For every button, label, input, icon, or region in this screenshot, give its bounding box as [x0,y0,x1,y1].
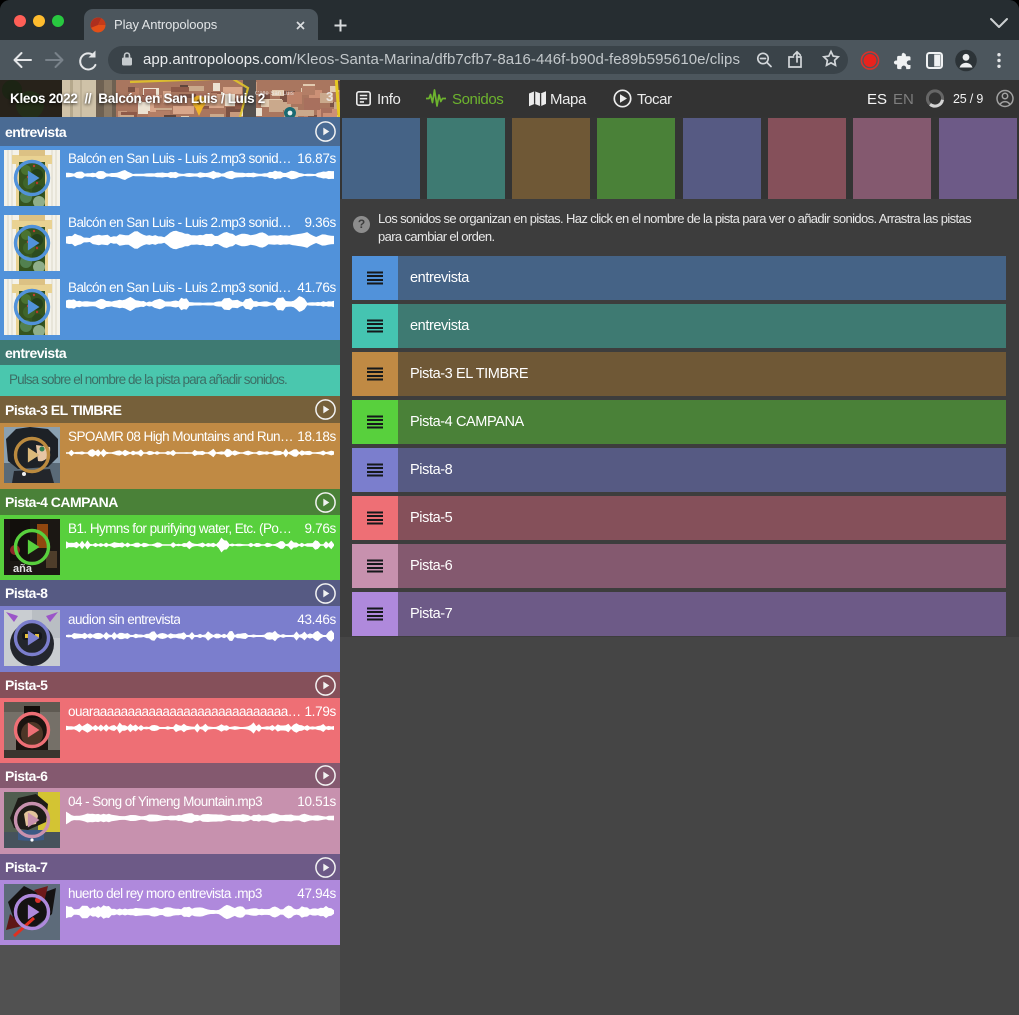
svg-text:3: 3 [326,89,333,104]
